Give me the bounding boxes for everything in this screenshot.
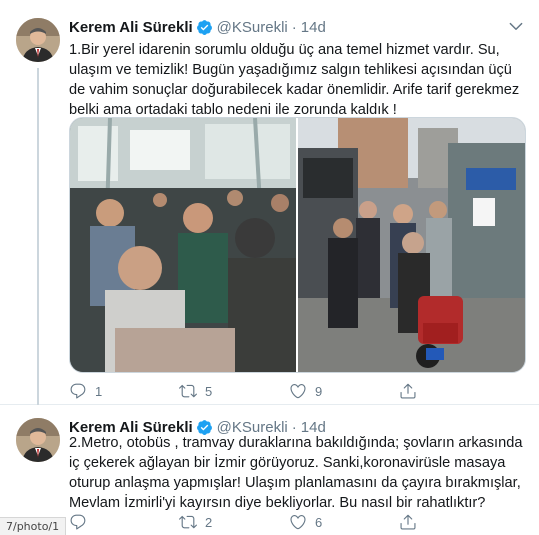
reply-button[interactable]: 1 <box>69 381 179 401</box>
separator-dot: · <box>291 18 297 36</box>
crowded-metrobus-photo[interactable] <box>70 118 298 372</box>
reply-count: 1 <box>95 383 103 399</box>
avatar[interactable] <box>16 418 60 462</box>
like-button[interactable]: 6 <box>289 512 399 532</box>
share-button[interactable] <box>399 512 509 532</box>
tweet-text: 2.Metro, otobüs , tramvay duraklarına ba… <box>69 435 523 511</box>
share-icon <box>400 383 416 399</box>
status-bar-url: 7/photo/1 <box>0 517 67 535</box>
like-count: 9 <box>315 383 323 399</box>
thread-connector-line <box>37 68 39 405</box>
reply-button[interactable] <box>69 512 179 532</box>
like-button[interactable]: 9 <box>289 381 399 401</box>
author-handle[interactable]: @KSurekli <box>217 19 288 36</box>
tweet-1[interactable]: Kerem Ali Sürekli @KSurekli · 14d 1.Bir … <box>0 0 539 405</box>
share-icon <box>400 514 416 530</box>
chevron-down-icon[interactable] <box>507 17 525 35</box>
retweet-count: 2 <box>205 514 213 530</box>
author-name[interactable]: Kerem Ali Sürekli <box>69 19 193 36</box>
retweet-button[interactable]: 2 <box>179 512 289 532</box>
retweet-count: 5 <box>205 383 213 399</box>
tweet-actions: 1 5 9 <box>69 381 509 401</box>
share-button[interactable] <box>399 381 509 401</box>
tweet-header: Kerem Ali Sürekli @KSurekli · 14d <box>69 17 326 37</box>
retweet-icon <box>179 515 197 529</box>
like-count: 6 <box>315 514 323 530</box>
heart-icon <box>290 384 306 399</box>
tweet-2[interactable]: Kerem Ali Sürekli @KSurekli · 14d 2.Metr… <box>0 406 539 535</box>
retweet-button[interactable]: 5 <box>179 381 289 401</box>
tweet-actions: 2 6 <box>69 512 509 532</box>
reply-icon <box>70 383 86 399</box>
retweet-icon <box>179 384 197 398</box>
crowded-bus-stop-photo[interactable] <box>298 118 525 372</box>
tweet-text: 1.Bir yerel idarenin sorumlu olduğu üç a… <box>69 42 520 118</box>
reply-icon <box>70 514 86 530</box>
tweet-time[interactable]: 14d <box>301 19 326 36</box>
verified-badge-icon <box>196 19 212 35</box>
heart-icon <box>290 515 306 530</box>
tweet-media <box>69 117 526 373</box>
avatar[interactable] <box>16 18 60 62</box>
